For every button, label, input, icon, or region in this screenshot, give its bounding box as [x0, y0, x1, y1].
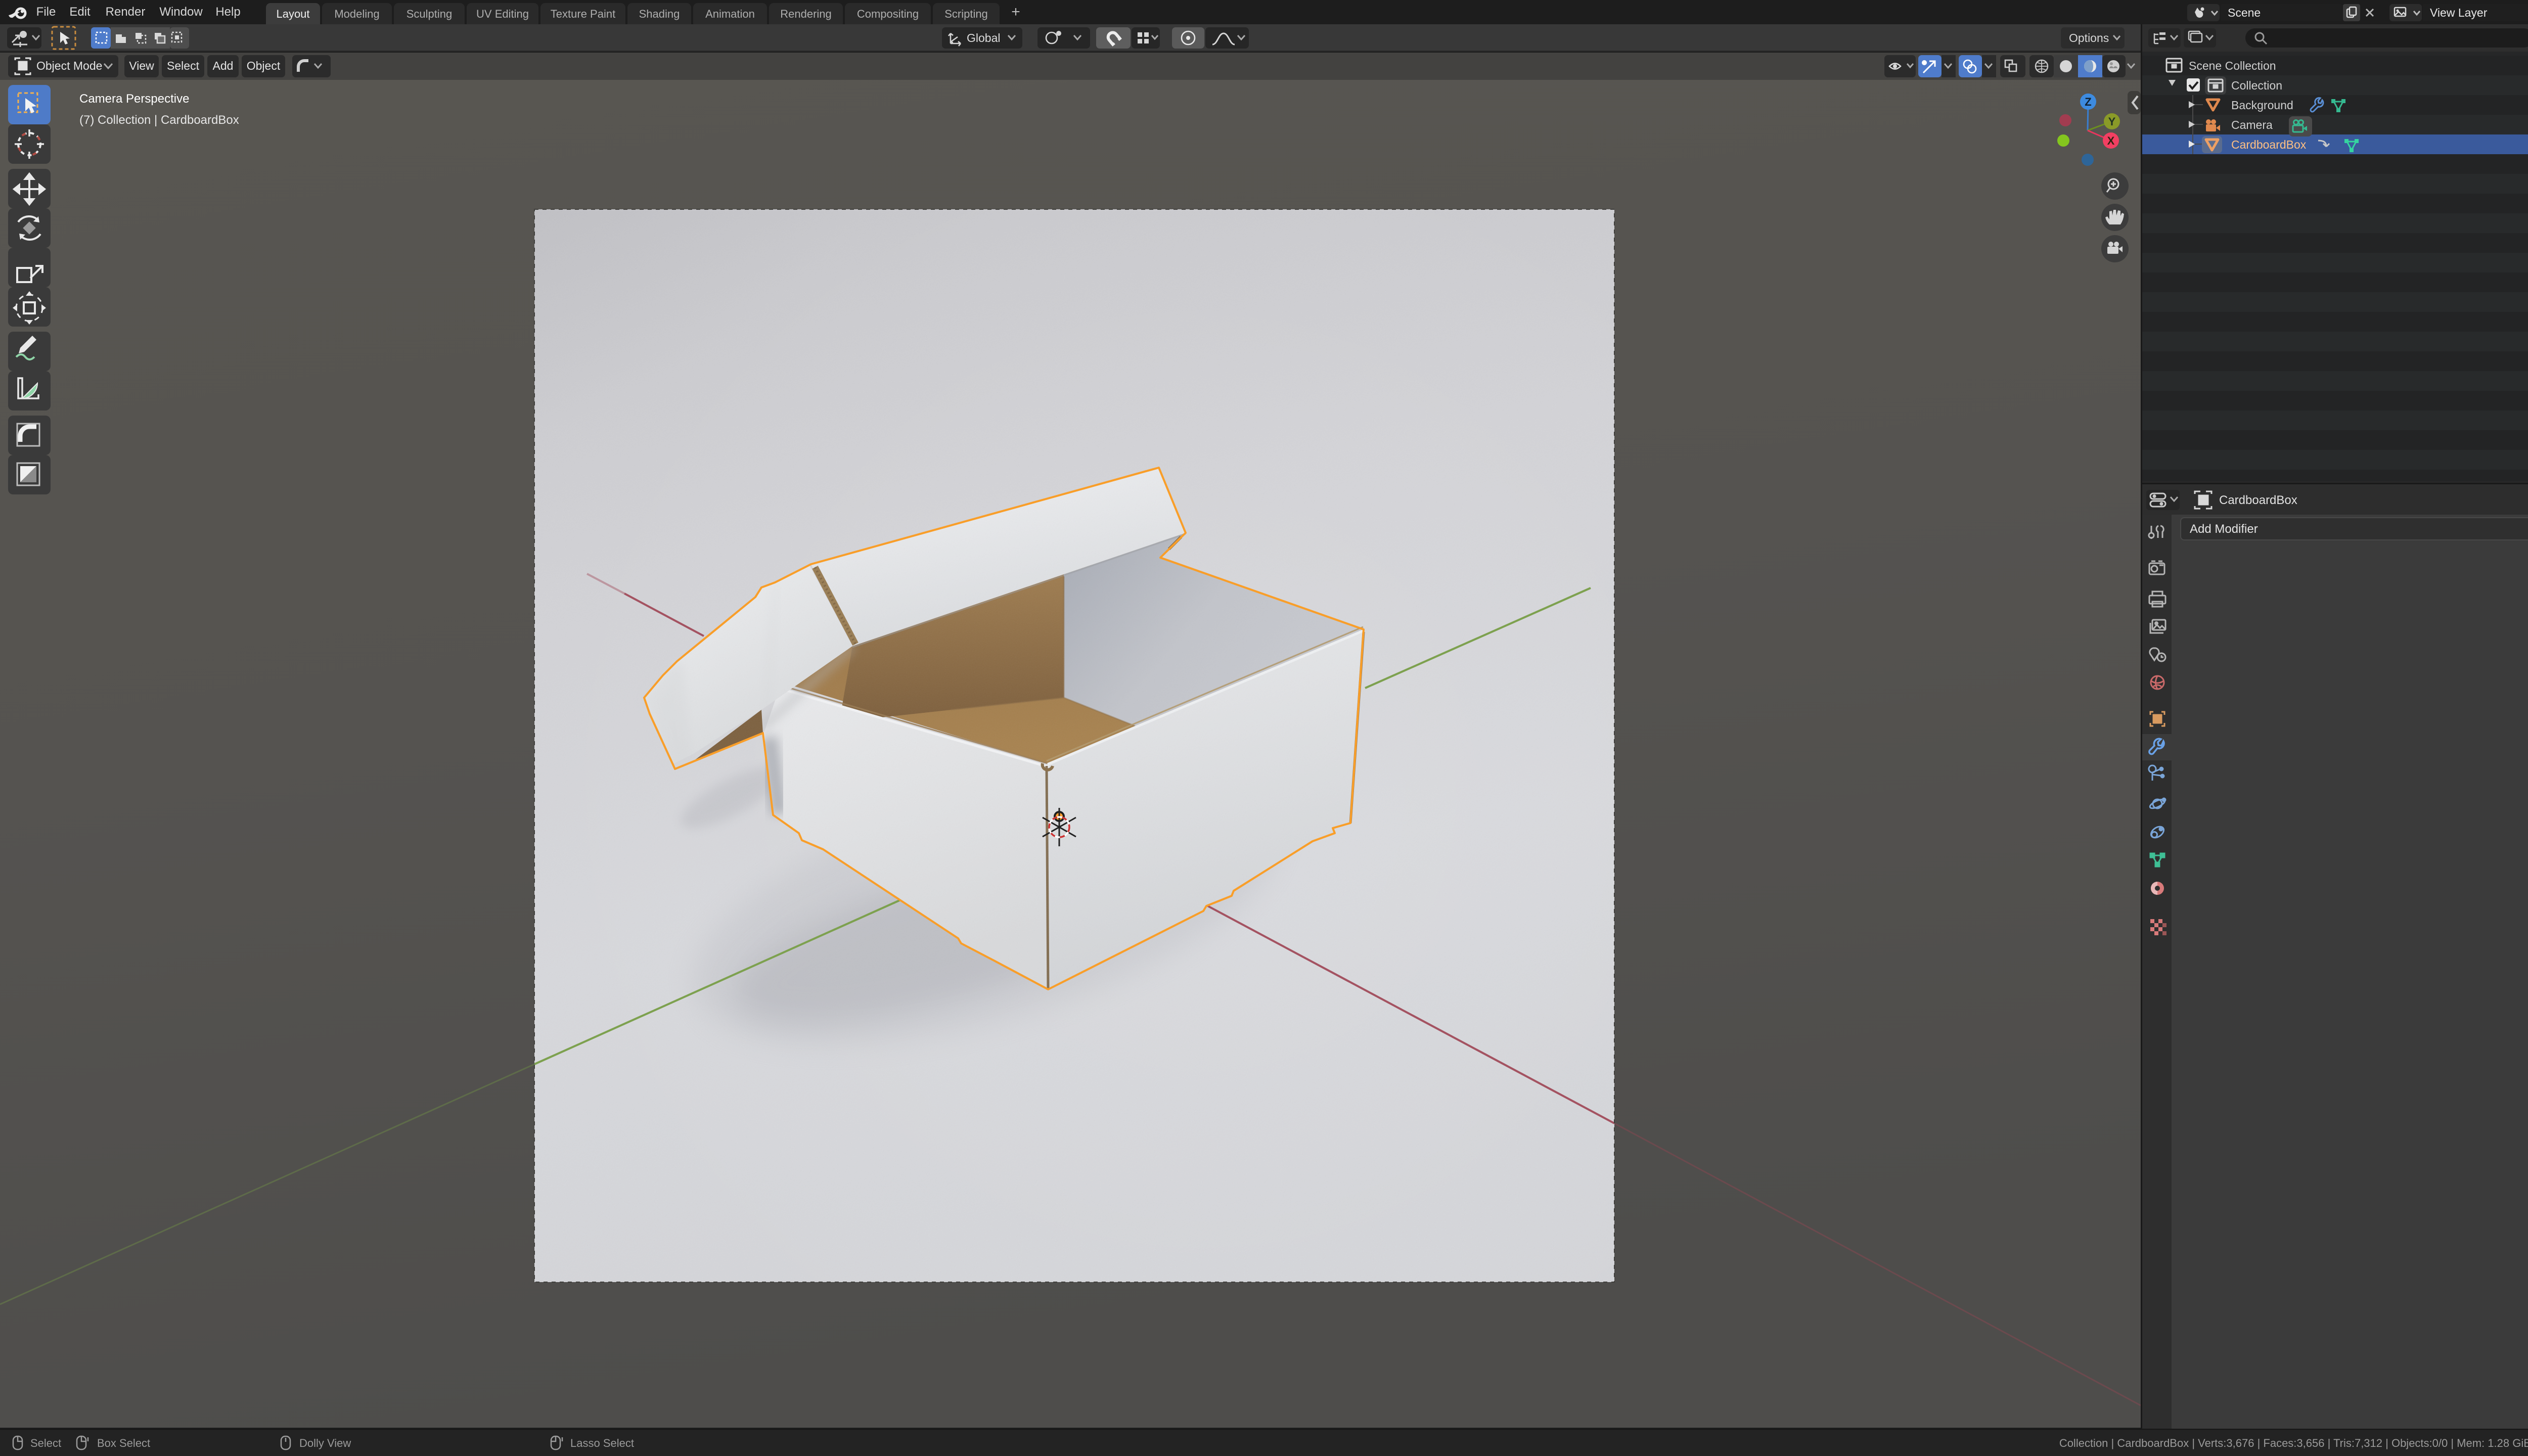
- svg-text:Add: Add: [213, 59, 234, 72]
- svg-text:Box Select: Box Select: [97, 1437, 150, 1449]
- svg-text:Options: Options: [2069, 31, 2109, 44]
- svg-text:Object: Object: [247, 59, 281, 72]
- svg-text:(7) Collection | CardboardBox: (7) Collection | CardboardBox: [79, 113, 239, 127]
- svg-text:Global: Global: [967, 31, 1000, 44]
- svg-text:Dolly View: Dolly View: [299, 1437, 351, 1449]
- svg-text:Background: Background: [2231, 99, 2293, 112]
- svg-text:Select: Select: [167, 59, 200, 72]
- svg-text:Collection: Collection: [2231, 79, 2282, 92]
- svg-text:Collection | CardboardBox | Ve: Collection | CardboardBox | Verts:3,676 …: [2059, 1437, 2528, 1449]
- svg-text:Scene Collection: Scene Collection: [2189, 59, 2276, 72]
- svg-text:View Layer: View Layer: [2430, 6, 2488, 19]
- svg-text:Y: Y: [2108, 115, 2116, 128]
- svg-text:Lasso Select: Lasso Select: [570, 1437, 634, 1449]
- svg-text:Z: Z: [2085, 96, 2091, 108]
- svg-text:X: X: [2107, 134, 2115, 147]
- svg-text:CardboardBox: CardboardBox: [2231, 138, 2307, 151]
- svg-text:Object Mode: Object Mode: [36, 59, 102, 72]
- svg-text:Select: Select: [30, 1437, 61, 1449]
- svg-text:Add Modifier: Add Modifier: [2190, 522, 2258, 536]
- svg-text:CardboardBox: CardboardBox: [2219, 493, 2297, 507]
- svg-text:Camera: Camera: [2231, 118, 2273, 131]
- svg-text:Scene: Scene: [2228, 6, 2261, 19]
- svg-text:View: View: [129, 59, 154, 72]
- svg-text:Camera Perspective: Camera Perspective: [79, 92, 189, 106]
